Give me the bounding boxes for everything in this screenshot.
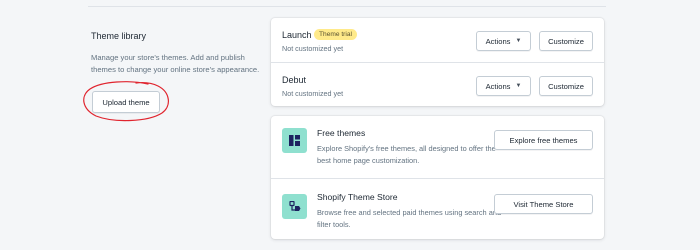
store-tag-icon: [282, 194, 307, 219]
installed-themes-card: Launch Theme trial Not customized yet Ac…: [271, 18, 604, 106]
customize-button[interactable]: Customize: [539, 31, 593, 51]
theme-name: Debut: [282, 75, 307, 85]
theme-library-description: Manage your store's themes. Add and publ…: [91, 53, 260, 74]
actions-dropdown-button[interactable]: Actions ▼: [476, 76, 531, 96]
free-themes-row: Free themes Explore Shopify's free theme…: [271, 116, 604, 178]
theme-store-row: Shopify Theme Store Browse free and sele…: [271, 178, 604, 239]
visit-theme-store-button[interactable]: Visit Theme Store: [494, 194, 593, 214]
theme-status: Not customized yet: [282, 89, 344, 98]
theme-row-launch: Launch Theme trial Not customized yet Ac…: [271, 18, 604, 62]
theme-store-description: Browse free and selected paid themes usi…: [317, 208, 502, 229]
red-circle-annotation: [83, 81, 169, 122]
caret-down-icon: ▼: [515, 83, 522, 89]
theme-status: Not customized yet: [282, 44, 344, 53]
theme-trial-badge: Theme trial: [314, 29, 357, 40]
section-divider: [88, 6, 606, 7]
theme-name: Launch: [282, 30, 312, 40]
theme-library-title: Theme library: [91, 31, 147, 41]
caret-down-icon: ▼: [515, 38, 522, 44]
layout-blocks-icon: [282, 128, 307, 153]
actions-label: Actions: [485, 81, 511, 91]
theme-row-debut: Debut Not customized yet Actions ▼ Custo…: [271, 62, 604, 106]
actions-label: Actions: [485, 36, 511, 46]
customize-button[interactable]: Customize: [539, 76, 593, 96]
theme-store-title: Shopify Theme Store: [317, 192, 398, 202]
theme-sources-card: Free themes Explore Shopify's free theme…: [271, 116, 604, 239]
free-themes-description: Explore Shopify's free themes, all desig…: [317, 144, 496, 165]
actions-dropdown-button[interactable]: Actions ▼: [476, 31, 531, 51]
explore-free-themes-button[interactable]: Explore free themes: [494, 130, 593, 150]
free-themes-title: Free themes: [317, 128, 366, 138]
